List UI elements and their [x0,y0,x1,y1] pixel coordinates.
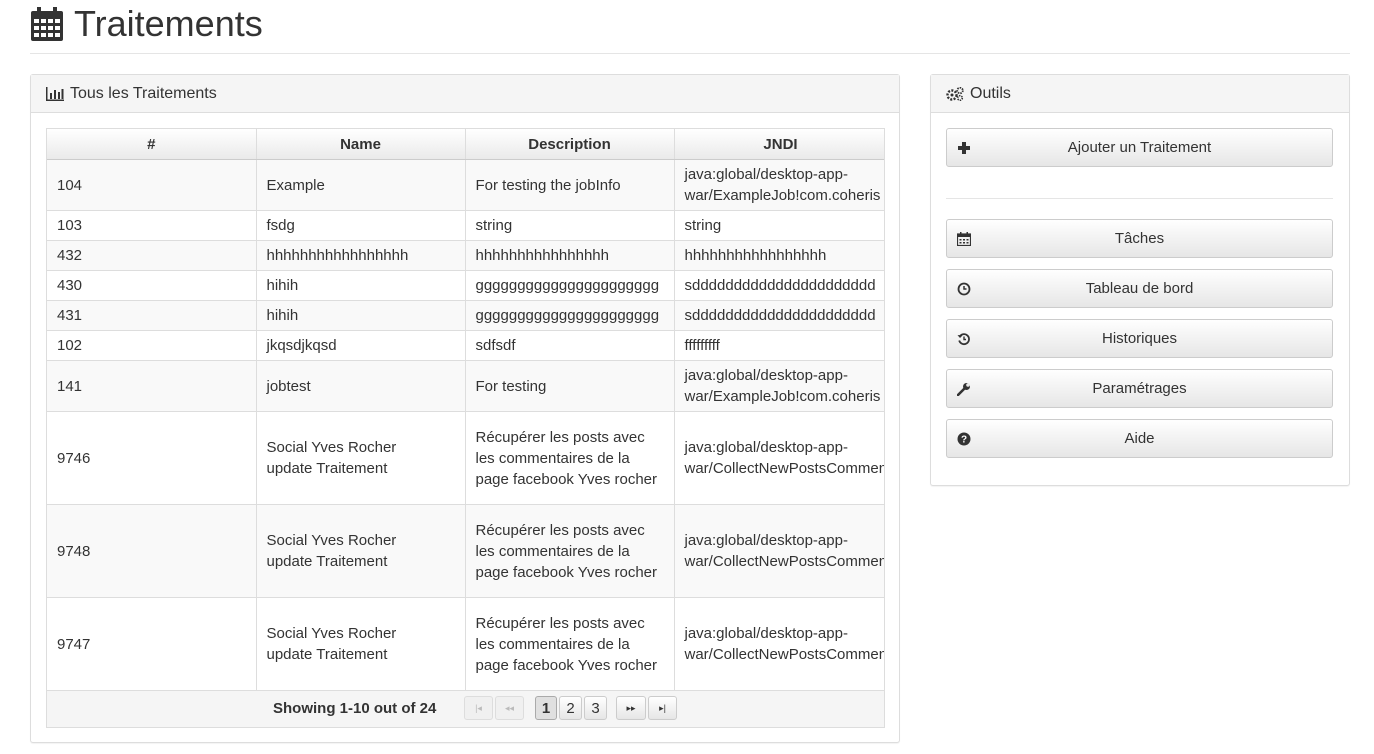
svg-text:?: ? [961,435,967,446]
pagination-bar: Showing 1-10 out of 24 |◂ ◂◂ 1 2 3 ▸▸ ▸| [47,690,884,727]
cell-name: hihih [256,300,466,331]
cell-jndi: java:global/desktop-app-war/CollectNewPo… [674,411,884,505]
cell-id: 103 [47,210,257,241]
cell-jndi: sdddddddddddddddddddddd [674,270,884,301]
historiques-button[interactable]: Historiques [946,319,1333,358]
cell-description: string [465,210,675,241]
page-title: Traitements [30,4,263,44]
cell-id: 104 [47,159,257,211]
table-row[interactable]: 141 jobtest For testing java:global/desk… [47,360,884,412]
traitements-table-container: # Name Description JNDI 104 Example For … [46,128,885,728]
table-row[interactable]: 103 fsdg string string [47,210,884,241]
calendar-icon [30,6,64,42]
cell-description: For testing [465,360,675,412]
table-row[interactable]: 430 hihih gggggggggggggggggggggg sdddddd… [47,270,884,301]
cell-description: Récupérer les posts avec les commentaire… [465,597,675,691]
panel-title: Outils [970,84,1011,102]
cell-id: 431 [47,300,257,331]
parametrages-label: Paramétrages [1092,380,1187,397]
page-2-button[interactable]: 2 [559,696,582,720]
cell-id: 430 [47,270,257,301]
wrench-icon [956,382,971,397]
table-row[interactable]: 102 jkqsdjkqsd sdfsdf fffffffff [47,330,884,361]
cell-name: hihih [256,270,466,301]
cell-jndi: hhhhhhhhhhhhhhhhh [674,240,884,271]
cell-name: hhhhhhhhhhhhhhhhh [256,240,466,271]
aide-button[interactable]: ? Aide [946,419,1333,458]
taches-label: Tâches [1114,230,1165,247]
next-page-button[interactable]: ▸▸ [616,696,646,720]
bar-chart-icon [46,86,64,101]
panel-heading: Outils [931,75,1349,113]
column-header-jndi[interactable]: JNDI [674,129,884,160]
cell-description: gggggggggggggggggggggg [465,270,675,301]
first-page-button[interactable]: |◂ [464,696,493,720]
aide-label: Aide [1124,430,1155,447]
cell-id: 9748 [47,504,257,598]
last-page-button[interactable]: ▸| [648,696,677,720]
pagination-info: Showing 1-10 out of 24 [273,700,437,717]
table-row[interactable]: 431 hihih gggggggggggggggggggggg sdddddd… [47,300,884,331]
taches-button[interactable]: Tâches [946,219,1333,258]
column-header-name[interactable]: Name [256,129,466,160]
cell-jndi: java:global/desktop-app-war/CollectNewPo… [674,597,884,691]
table-row[interactable]: 9747 Social Yves Rocher update Traitemen… [47,597,884,691]
cell-description: sdfsdf [465,330,675,361]
cell-jndi: java:global/desktop-app-war/ExampleJob!c… [674,360,884,412]
cell-id: 141 [47,360,257,412]
table-row[interactable]: 432 hhhhhhhhhhhhhhhhh hhhhhhhhhhhhhhhh h… [47,240,884,271]
cell-description: For testing the jobInfo [465,159,675,211]
clock-icon [957,282,971,296]
tableau-de-bord-label: Tableau de bord [1085,280,1194,297]
table-row[interactable]: 9746 Social Yves Rocher update Traitemen… [47,411,884,505]
cell-name: Social Yves Rocher update Traitement [256,504,466,598]
cell-jndi: java:global/desktop-app-war/ExampleJob!c… [674,159,884,211]
cell-name: fsdg [256,210,466,241]
tools-panel: Outils Ajouter un Traitement Tâches Tabl… [930,74,1350,486]
cell-description: Récupérer les posts avec les commentaire… [465,411,675,505]
column-header-description[interactable]: Description [465,129,675,160]
cell-id: 432 [47,240,257,271]
divider [946,198,1333,199]
cell-id: 9746 [47,411,257,505]
cogs-icon [946,86,964,101]
cell-id: 102 [47,330,257,361]
cell-jndi: fffffffff [674,330,884,361]
table-row[interactable]: 104 Example For testing the jobInfo java… [47,159,884,211]
cell-jndi: string [674,210,884,241]
tableau-de-bord-button[interactable]: Tableau de bord [946,269,1333,308]
parametrages-button[interactable]: Paramétrages [946,369,1333,408]
all-traitements-panel: Tous les Traitements # Name Description … [30,74,900,743]
calendar-icon [956,232,972,247]
cell-description: hhhhhhhhhhhhhhhh [465,240,675,271]
cell-name: Social Yves Rocher update Traitement [256,597,466,691]
page-header: Traitements [30,0,1350,54]
cell-name: jobtest [256,360,466,412]
table-row[interactable]: 9748 Social Yves Rocher update Traitemen… [47,504,884,598]
cell-name: Social Yves Rocher update Traitement [256,411,466,505]
question-icon: ? [957,432,971,446]
add-traitement-label: Ajouter un Traitement [1067,139,1212,156]
cell-jndi: sdddddddddddddddddddddd [674,300,884,331]
cell-name: jkqsdjkqsd [256,330,466,361]
cell-id: 9747 [47,597,257,691]
cell-description: gggggggggggggggggggggg [465,300,675,331]
panel-title: Tous les Traitements [70,84,217,102]
column-header-id[interactable]: # [47,129,257,160]
plus-icon [957,141,971,155]
page-1-button[interactable]: 1 [535,696,557,720]
cell-jndi: java:global/desktop-app-war/CollectNewPo… [674,504,884,598]
cell-name: Example [256,159,466,211]
panel-heading: Tous les Traitements [31,75,899,113]
history-icon [957,332,971,346]
cell-description: Récupérer les posts avec les commentaire… [465,504,675,598]
prev-page-button[interactable]: ◂◂ [495,696,524,720]
historiques-label: Historiques [1101,330,1178,347]
page-title-text: Traitements [74,3,263,44]
page-3-button[interactable]: 3 [584,696,607,720]
traitements-table: # Name Description JNDI 104 Example For … [47,129,884,691]
add-traitement-button[interactable]: Ajouter un Traitement [946,128,1333,167]
